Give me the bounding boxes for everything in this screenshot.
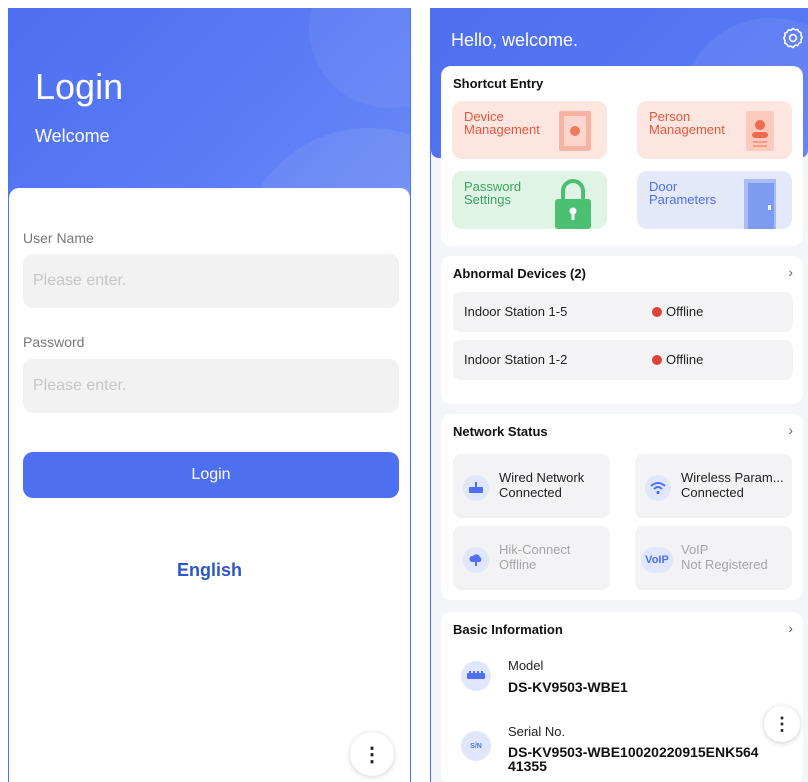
- shortcut-title: Shortcut Entry: [453, 76, 544, 91]
- network-title: Network Status: [453, 424, 548, 439]
- device-book-icon: [559, 111, 591, 151]
- abnormal-title: Abnormal Devices (2): [453, 266, 586, 281]
- tile-password-settings[interactable]: Password Settings: [452, 171, 607, 229]
- username-input[interactable]: [23, 254, 399, 308]
- device-status: Offline: [666, 304, 704, 319]
- network-item-text: Wireless Param... Connected: [681, 470, 784, 500]
- gear-icon[interactable]: [781, 26, 805, 50]
- device-status: Offline: [666, 352, 704, 367]
- router-icon: [463, 475, 489, 501]
- network-status-card[interactable]: Network Status › Wired Network Connected …: [441, 414, 803, 600]
- password-label: Password: [23, 334, 85, 350]
- tile-label: Password Settings: [464, 179, 522, 207]
- offline-status-icon: [652, 307, 662, 317]
- door-icon: [744, 179, 776, 229]
- chevron-right-icon[interactable]: ›: [788, 620, 793, 636]
- network-item-hik-connect[interactable]: Hik-Connect Offline: [453, 526, 610, 590]
- model-icon: [461, 661, 491, 691]
- language-link[interactable]: English: [9, 560, 410, 581]
- serial-label: Serial No.: [508, 724, 566, 739]
- device-name: Indoor Station 1-2: [464, 352, 568, 367]
- chevron-right-icon[interactable]: ›: [788, 264, 793, 280]
- serial-value: DS-KV9503-WBE10020220915ENK564 41355: [508, 744, 759, 774]
- tile-label: Person Management: [649, 109, 725, 137]
- login-title: Login: [35, 66, 124, 107]
- device-name: Indoor Station 1-5: [464, 304, 568, 319]
- voip-icon: VoIP: [641, 547, 673, 573]
- login-button[interactable]: Login: [23, 452, 399, 498]
- chevron-right-icon[interactable]: ›: [788, 422, 793, 438]
- basic-info-card[interactable]: Basic Information › Model DS-KV9503-WBE1…: [441, 612, 803, 782]
- network-item-voip[interactable]: VoIP VoIP Not Registered: [635, 526, 792, 590]
- tile-device-management[interactable]: Device Management: [452, 101, 607, 159]
- more-vertical-icon: ⋮: [773, 713, 791, 734]
- cloud-icon: [463, 547, 489, 573]
- lock-icon: [555, 179, 591, 229]
- greeting: Hello, welcome.: [451, 30, 579, 50]
- username-label: User Name: [23, 230, 94, 246]
- login-form: User Name Password Login English: [9, 188, 410, 782]
- network-item-wired[interactable]: Wired Network Connected: [453, 454, 610, 518]
- network-item-text: VoIP Not Registered: [681, 542, 768, 572]
- network-item-text: Wired Network Connected: [499, 470, 585, 500]
- more-vertical-icon: ⋮: [362, 743, 382, 766]
- abnormal-devices-card[interactable]: Abnormal Devices (2) › Indoor Station 1-…: [441, 256, 803, 404]
- network-item-wireless[interactable]: Wireless Param... Connected: [635, 454, 792, 518]
- tile-label: Door Parameters: [649, 179, 717, 207]
- tile-label: Device Management: [464, 109, 540, 137]
- login-subtitle: Welcome: [35, 126, 110, 146]
- login-header: Login Welcome: [9, 8, 410, 208]
- basic-info-title: Basic Information: [453, 622, 563, 637]
- wifi-icon: [645, 475, 671, 501]
- tile-person-management[interactable]: Person Management: [637, 101, 792, 159]
- tile-door-parameters[interactable]: Door Parameters: [637, 171, 792, 229]
- device-row[interactable]: Indoor Station 1-2 Offline: [453, 340, 793, 380]
- home-screen: Hello, welcome. Shortcut Entry Device Man…: [430, 8, 808, 782]
- model-value: DS-KV9503-WBE1: [508, 679, 628, 695]
- login-screen: Login Welcome User Name Password Login E…: [8, 8, 411, 782]
- password-input[interactable]: [23, 359, 399, 413]
- serial-icon: S/N: [461, 731, 491, 761]
- device-row[interactable]: Indoor Station 1-5 Offline: [453, 292, 793, 332]
- more-menu-button[interactable]: ⋮: [350, 732, 394, 776]
- shortcut-card: Shortcut Entry Device Management Person Ma…: [441, 66, 803, 246]
- decor-circle: [309, 8, 410, 108]
- person-badge-icon: [746, 111, 774, 151]
- model-label: Model: [508, 658, 544, 673]
- offline-status-icon: [652, 355, 662, 365]
- network-item-text: Hik-Connect Offline: [499, 542, 571, 572]
- more-menu-button[interactable]: ⋮: [764, 706, 800, 742]
